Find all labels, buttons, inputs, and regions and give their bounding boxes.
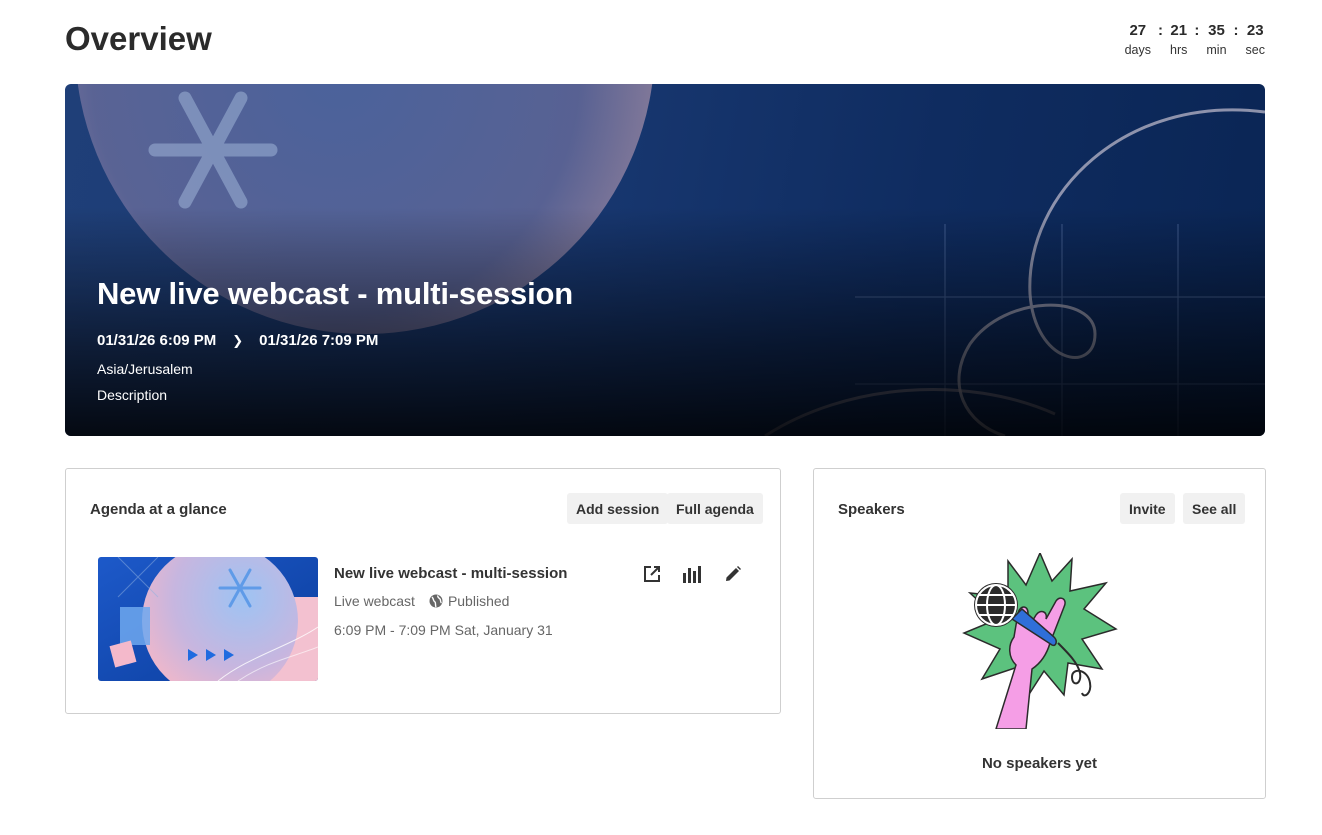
countdown-minutes: 35 min [1206, 22, 1226, 58]
microphone-illustration [962, 553, 1118, 729]
bar-chart-icon[interactable] [681, 563, 703, 585]
countdown-minutes-label: min [1206, 43, 1227, 57]
session-meta: Live webcast Published [334, 593, 509, 609]
countdown-separator: : [1233, 22, 1239, 39]
session-time: 6:09 PM - 7:09 PM Sat, January 31 [334, 622, 553, 638]
session-thumbnail[interactable] [98, 557, 318, 681]
full-agenda-button[interactable]: Full agenda [667, 493, 763, 524]
event-end: 01/31/26 7:09 PM [259, 332, 379, 349]
speakers-card: Speakers Invite See all No speakers yet [813, 468, 1266, 799]
invite-button[interactable]: Invite [1120, 493, 1175, 524]
agenda-card: Agenda at a glance Add session Full agen… [65, 468, 781, 714]
hero-shade [65, 84, 1265, 436]
no-speakers-text: No speakers yet [981, 755, 1098, 772]
event-title: New live webcast - multi-session [97, 276, 573, 311]
countdown-seconds-value: 23 [1246, 22, 1264, 39]
event-hero-banner: New live webcast - multi-session 01/31/2… [65, 84, 1265, 436]
open-external-icon[interactable] [641, 563, 663, 585]
countdown-separator: : [1194, 22, 1200, 39]
event-description: Description [97, 387, 168, 403]
countdown-hours-value: 21 [1170, 22, 1188, 39]
countdown-timer: 27 days : 21 hrs : 35 min : 23 sec [1125, 22, 1265, 58]
chevron-right-icon: ❯ [232, 332, 244, 348]
countdown-seconds: 23 sec [1246, 22, 1265, 58]
countdown-hours: 21 hrs [1170, 22, 1187, 58]
page-title: Overview [65, 20, 212, 57]
countdown-days: 27 days [1125, 22, 1151, 58]
speakers-title: Speakers [838, 501, 905, 518]
session-type: Live webcast [334, 593, 415, 609]
countdown-days-value: 27 [1129, 22, 1147, 39]
event-start: 01/31/26 6:09 PM [97, 332, 217, 349]
event-date-range: 01/31/26 6:09 PM ❯ 01/31/26 7:09 PM [97, 332, 378, 349]
session-status: Published [447, 593, 510, 609]
pencil-icon[interactable] [722, 563, 744, 585]
countdown-days-label: days [1124, 43, 1152, 57]
countdown-minutes-value: 35 [1208, 22, 1225, 39]
agenda-title: Agenda at a glance [90, 501, 227, 518]
add-session-button[interactable]: Add session [567, 493, 669, 524]
countdown-seconds-label: sec [1245, 43, 1265, 57]
session-title[interactable]: New live webcast - multi-session [334, 565, 567, 582]
countdown-hours-label: hrs [1170, 43, 1188, 57]
see-all-button[interactable]: See all [1183, 493, 1246, 524]
countdown-separator: : [1158, 22, 1164, 39]
globe-icon [429, 594, 443, 608]
session-thumbnail-art [98, 557, 318, 681]
event-timezone: Asia/Jerusalem [97, 361, 193, 377]
